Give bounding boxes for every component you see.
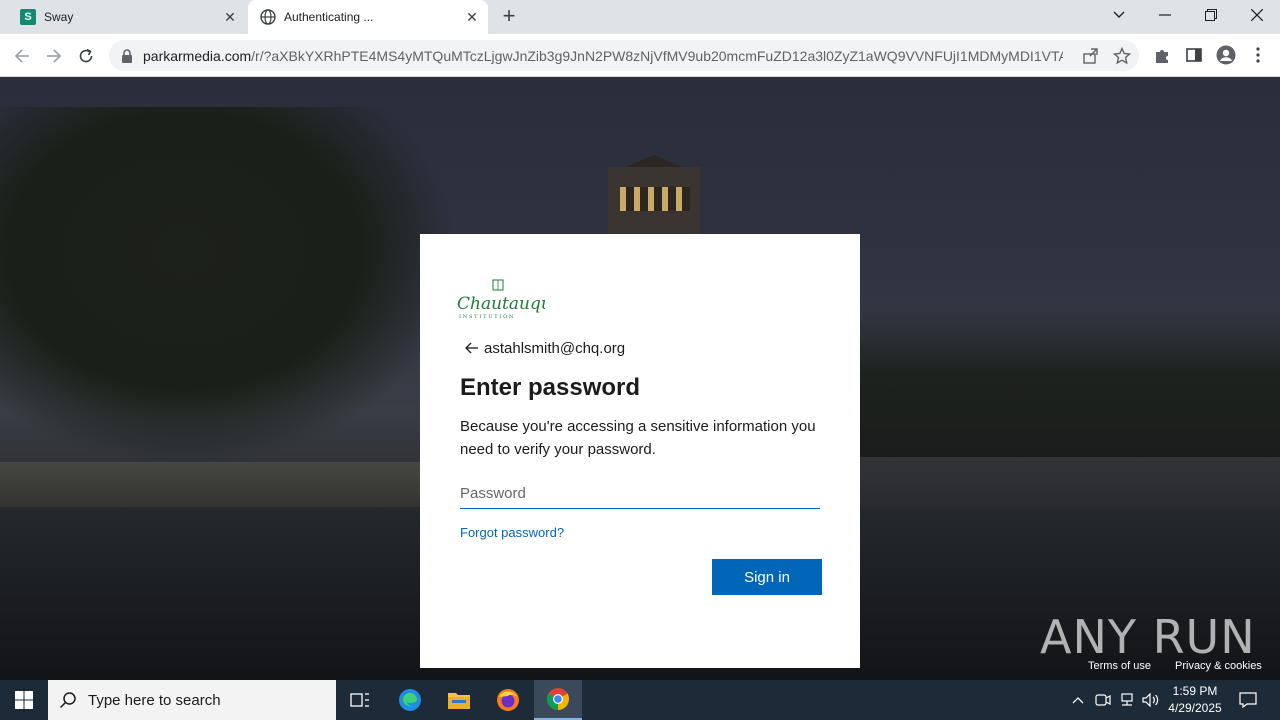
chautauqua-logo: Chautauqua INSTITUTION: [455, 278, 562, 322]
background-trees: [0, 107, 460, 467]
password-input[interactable]: [460, 479, 820, 509]
start-button[interactable]: [0, 680, 48, 720]
tab-sway[interactable]: S Sway ✕: [0, 0, 246, 34]
notifications-icon[interactable]: [1238, 690, 1258, 710]
url-text: parkarmedia.com/r/?aXBkYXRhPTE4MS4yMTQuM…: [143, 48, 1063, 64]
new-tab-button[interactable]: +: [498, 5, 520, 28]
system-clock[interactable]: 1:59 PM 4/29/2025: [1160, 683, 1230, 717]
volume-icon[interactable]: [1141, 690, 1161, 710]
url-host: parkarmedia.com: [143, 47, 252, 64]
account-email: astahlsmith@chq.org: [484, 339, 626, 357]
lock-icon[interactable]: [119, 48, 135, 64]
sway-icon: S: [20, 9, 36, 25]
clock-time: 1:59 PM: [1172, 684, 1218, 698]
description-text: Because you're accessing a sensitive inf…: [460, 418, 816, 458]
tab-authenticating[interactable]: Authenticating ... ✕: [248, 0, 488, 34]
page-title: Enter password: [460, 374, 641, 401]
edge-icon[interactable]: [386, 680, 434, 720]
login-card: Chautauqua INSTITUTION astahlsmith@chq.o…: [420, 234, 860, 668]
network-icon[interactable]: [1117, 690, 1137, 710]
close-window-button[interactable]: [1234, 0, 1280, 30]
svg-text:Chautauqua: Chautauqua: [457, 294, 545, 314]
windows-taskbar: Type here to search 1:59 PM 4/29/2025: [0, 680, 1280, 720]
tab-title: Authenticating ...: [284, 10, 374, 24]
address-bar[interactable]: parkarmedia.com/r/?aXBkYXRhPTE4MS4yMTQuM…: [109, 40, 1139, 71]
file-explorer-icon[interactable]: [435, 680, 483, 720]
restore-button[interactable]: [1188, 0, 1234, 30]
bookmark-star-icon[interactable]: [1112, 46, 1132, 65]
terms-link[interactable]: Terms of use: [1088, 660, 1151, 672]
windows-logo-icon: [15, 691, 33, 709]
search-icon: [48, 680, 88, 720]
share-icon[interactable]: [1082, 47, 1100, 65]
side-panel-icon[interactable]: [1184, 45, 1204, 65]
globe-icon: [260, 9, 276, 25]
svg-text:INSTITUTION: INSTITUTION: [459, 314, 515, 320]
back-icon[interactable]: [8, 42, 36, 70]
meet-now-icon[interactable]: [1093, 690, 1113, 710]
browser-tabstrip: S Sway ✕ Authenticating ... ✕ +: [0, 0, 1280, 34]
anyrun-watermark: ANY RUN: [1040, 610, 1256, 664]
url-path: /r/?aXBkYXRhPTE4MS4yMTQuMTczLjgwJnZib3g9…: [251, 47, 1063, 64]
chevron-up-icon[interactable]: [1068, 690, 1088, 710]
chrome-icon[interactable]: [534, 680, 582, 720]
forward-icon[interactable]: [40, 42, 68, 70]
account-row[interactable]: astahlsmith@chq.org: [460, 336, 625, 360]
reload-icon[interactable]: [72, 42, 100, 70]
tab-title: Sway: [44, 10, 74, 24]
close-tab-icon[interactable]: ✕: [220, 7, 240, 27]
minimize-button[interactable]: [1142, 0, 1188, 30]
back-arrow-icon[interactable]: [460, 336, 484, 360]
profile-icon[interactable]: [1216, 45, 1236, 65]
search-placeholder: Type here to search: [88, 691, 221, 709]
tab-search-icon[interactable]: [1096, 0, 1142, 30]
browser-toolbar: parkarmedia.com/r/?aXBkYXRhPTE4MS4yMTQuM…: [0, 34, 1280, 77]
firefox-icon[interactable]: [484, 680, 532, 720]
close-tab-icon[interactable]: ✕: [462, 7, 482, 27]
background-shore: [860, 307, 1280, 457]
menu-kebab-icon[interactable]: [1248, 45, 1268, 65]
task-view-icon[interactable]: [336, 680, 384, 720]
privacy-link[interactable]: Privacy & cookies: [1175, 660, 1262, 672]
sign-in-button[interactable]: Sign in: [712, 559, 822, 595]
clock-date: 4/29/2025: [1168, 701, 1222, 715]
extensions-icon[interactable]: [1152, 45, 1172, 65]
forgot-password-link[interactable]: Forgot password?: [460, 525, 564, 540]
background-tower-windows: [620, 187, 690, 211]
taskbar-search[interactable]: Type here to search: [48, 680, 336, 720]
